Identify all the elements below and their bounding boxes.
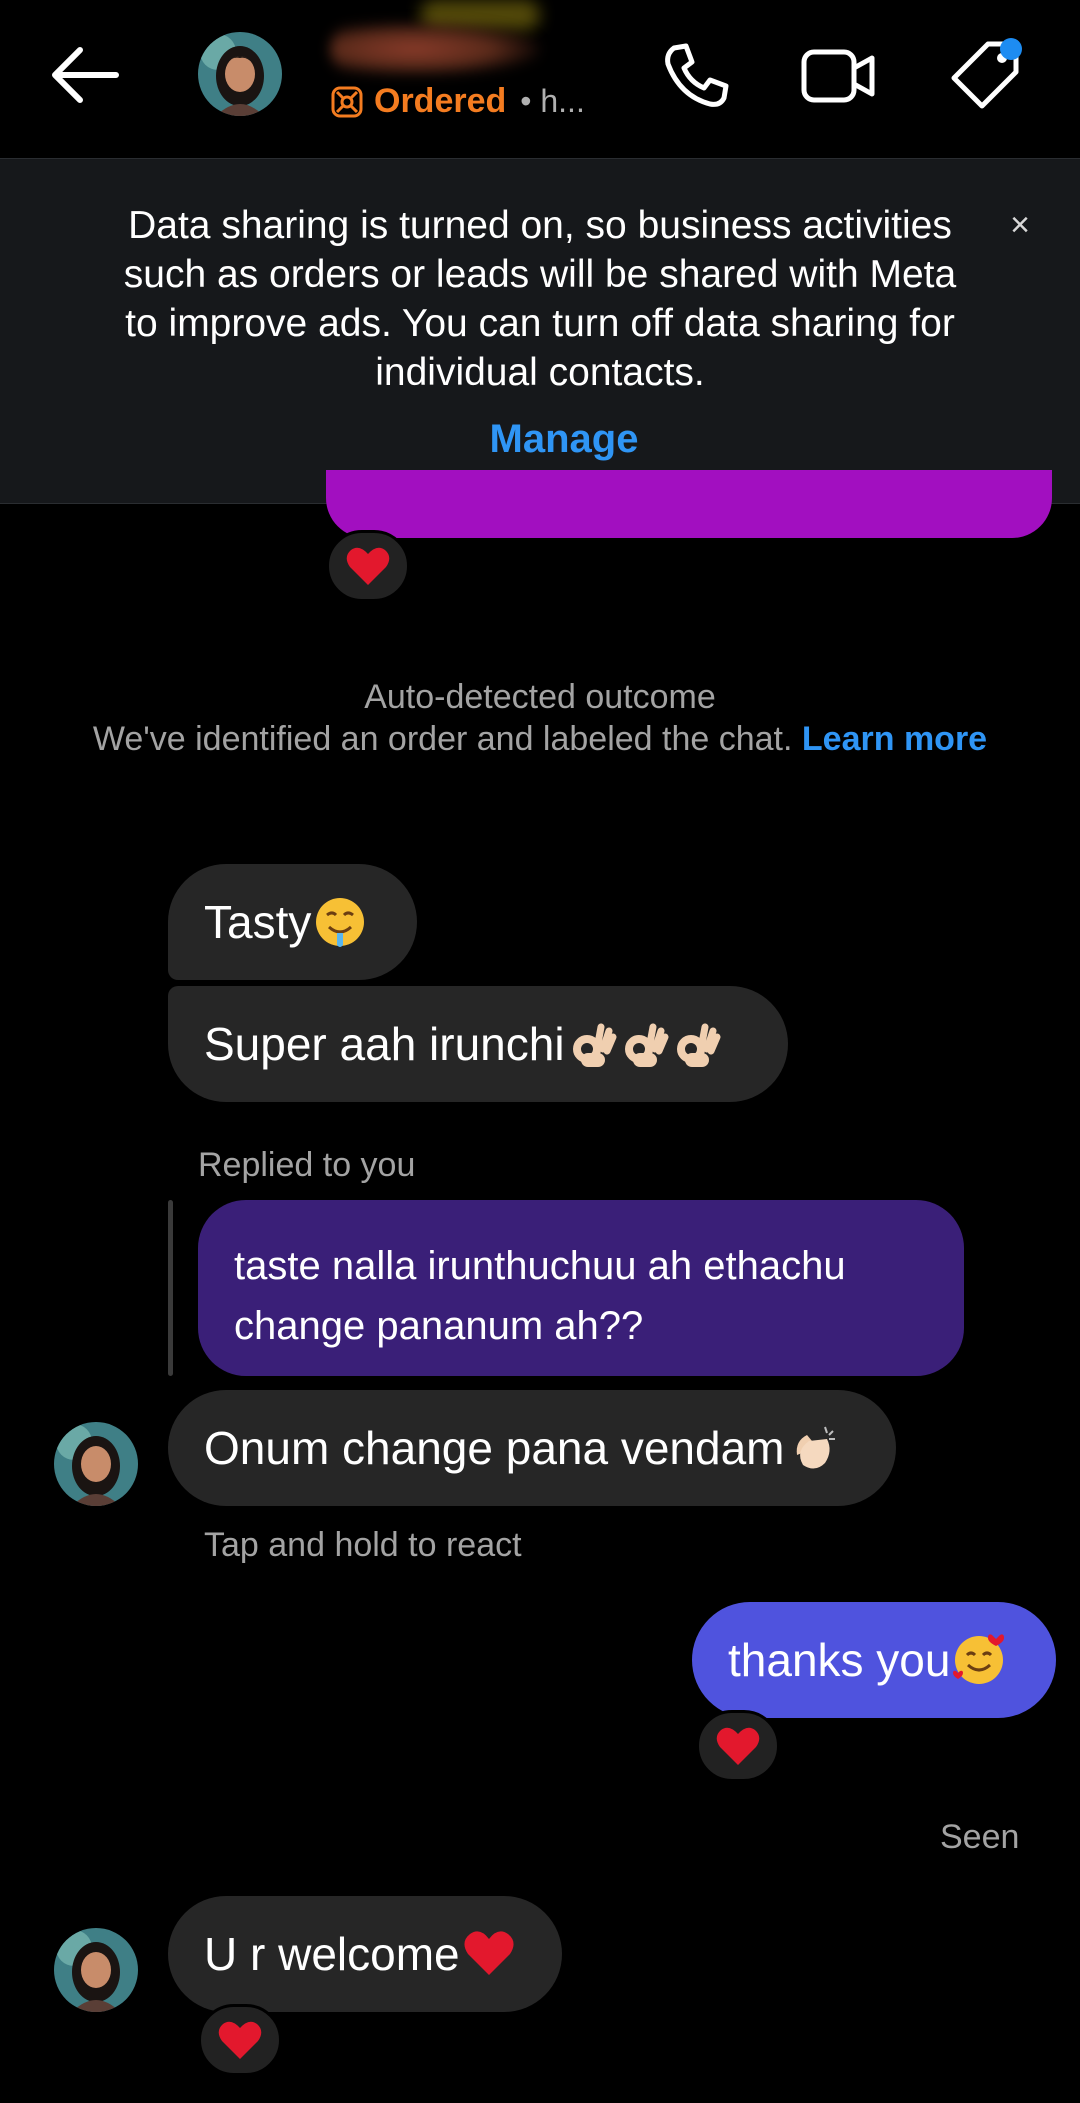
contact-name-redacted[interactable] (330, 22, 540, 76)
contact-avatar[interactable] (198, 32, 282, 116)
message-text: Super aah irunchi (204, 1018, 565, 1070)
heart-reaction[interactable] (326, 530, 410, 602)
contact-status[interactable]: Ordered • h... (330, 82, 585, 121)
status-extra-text: • h... (520, 83, 585, 119)
seen-status: Seen (940, 1818, 1020, 1856)
contact-avatar-small[interactable] (54, 1928, 138, 2012)
status-ordered-label: Ordered (374, 82, 507, 120)
banner-text: Data sharing is turned on, so business a… (123, 204, 957, 394)
replied-to-you-label: Replied to you (198, 1146, 416, 1184)
message-text: U r welcome (204, 1928, 460, 1980)
learn-more-link[interactable]: Learn more (802, 720, 987, 758)
heart-icon (218, 2021, 262, 2059)
clapping-hands-emoji-icon (796, 1426, 835, 1469)
message-text: Tasty (204, 896, 312, 948)
tap-hold-hint: Tap and hold to react (204, 1526, 522, 1564)
incoming-message-bubble[interactable]: Onum change pana vendam (168, 1390, 896, 1506)
incoming-message-bubble[interactable]: Tasty (168, 864, 417, 980)
video-camera-icon[interactable] (798, 36, 878, 116)
message-text: Onum change pana vendam (204, 1422, 785, 1474)
data-sharing-banner: Data sharing is turned on, so business a… (0, 158, 1080, 504)
ok-hand-emoji-icon (624, 1023, 669, 1067)
heart-reaction[interactable] (198, 2004, 282, 2076)
message-text: thanks you (728, 1634, 951, 1686)
quoted-message-bubble[interactable]: taste nalla irunthuchuu ah ethachu chang… (198, 1200, 964, 1376)
incoming-message-bubble[interactable]: Super aah irunchi (168, 986, 788, 1102)
phone-icon[interactable] (656, 36, 736, 116)
ok-hand-emoji-icon (676, 1023, 721, 1067)
heart-icon (716, 1727, 760, 1765)
drooling-face-emoji-icon (316, 898, 365, 947)
auto-detected-outcome-notice: Auto-detected outcome We've identified a… (80, 676, 1000, 760)
manage-link[interactable]: Manage (0, 417, 1080, 462)
back-arrow-icon[interactable] (46, 40, 126, 110)
notice-body-line: We've identified an order and labeled th… (80, 718, 1000, 760)
heart-reaction[interactable] (696, 1710, 780, 1782)
contact-avatar-small[interactable] (54, 1422, 138, 1506)
outgoing-message-bubble[interactable]: thanks you (692, 1602, 1056, 1718)
banner-close-button[interactable]: × (1000, 205, 1040, 245)
notification-dot (1000, 38, 1022, 60)
chat-header: Ordered • h... (0, 0, 1080, 158)
notice-title: Auto-detected outcome (364, 678, 716, 716)
incoming-message-bubble[interactable]: U r welcome (168, 1896, 562, 2012)
ordered-status-icon (331, 86, 363, 117)
notice-body: We've identified an order and labeled th… (92, 720, 793, 758)
red-heart-emoji-icon (464, 1931, 514, 1975)
smiling-face-with-hearts-emoji-icon (953, 1634, 1005, 1684)
ok-hand-emoji-icon (572, 1023, 617, 1067)
reply-quote-bar (168, 1200, 173, 1376)
heart-icon (346, 547, 390, 585)
previous-outgoing-bubble[interactable] (326, 470, 1052, 538)
